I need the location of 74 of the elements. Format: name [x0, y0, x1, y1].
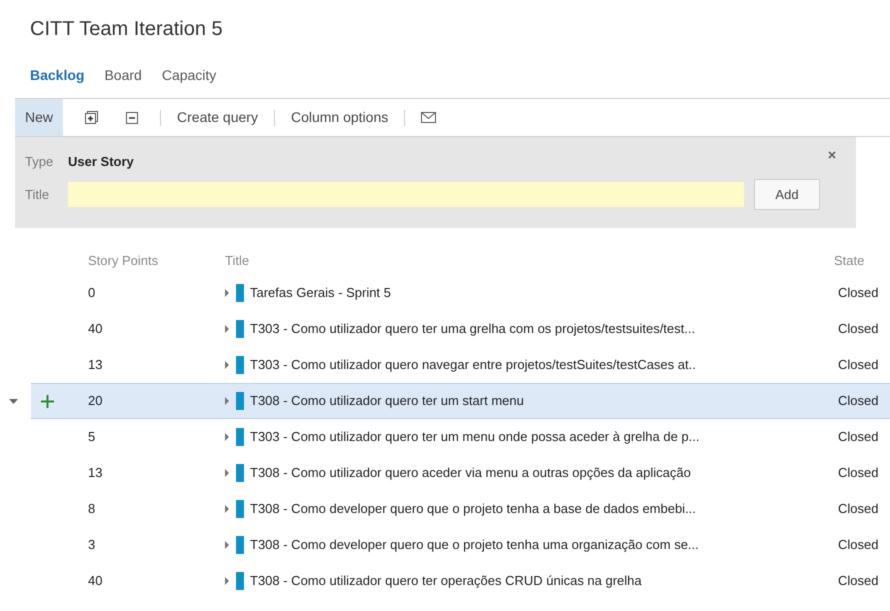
backlog-row[interactable]: 8 T308 - Como developer quero que o projeto tenha a base de dados embebi... Closed: [31, 491, 890, 527]
backlog-row[interactable]: 3 T308 - Como developer quero que o projeto tenha uma organização com se... Closed: [31, 527, 890, 563]
dropdown-caret-icon[interactable]: [9, 398, 18, 404]
tab[interactable]: Capacity: [162, 64, 216, 86]
state-cell-text: Closed: [838, 392, 878, 410]
column-options-button[interactable]: Column options: [290, 107, 388, 128]
create-query-button[interactable]: Create query: [177, 107, 258, 128]
story-points-cell-text: 3: [88, 536, 96, 554]
tab[interactable]: Backlog: [30, 64, 84, 86]
column-header: Story Points: [88, 252, 160, 270]
title-cell[interactable]: T308 - Como utilizador quero ter um start menu: [250, 391, 838, 411]
work-item-color-bar: [236, 284, 244, 302]
work-item-color-bar: [236, 536, 244, 554]
backlog-row[interactable]: 13 T303 - Como utilizador quero navegar entre projetos/testSuites/testCases at.. Closed: [31, 347, 890, 383]
backlog-row[interactable]: 13 T308 - Como utilizador quero aceder via menu a outras opções da aplicação Closed: [31, 455, 890, 491]
state-cell-text: Closed: [838, 356, 878, 374]
backlog-row[interactable]: 0 Tarefas Gerais - Sprint 5 Closed: [31, 275, 890, 311]
expand-arrow-icon[interactable]: [225, 289, 229, 297]
title-cell[interactable]: T303 - Como utilizador quero ter uma grelha com os projetos/testsuites/test...: [250, 319, 838, 339]
title-cell[interactable]: T308 - Como utilizador quero ter operações CRUD únicas na grelha: [250, 571, 838, 591]
work-item-color-bar: [236, 320, 244, 338]
expand-arrow-icon[interactable]: [225, 433, 229, 441]
state-cell-text: Closed: [838, 536, 878, 554]
type-value: User Story: [68, 153, 134, 172]
email-icon[interactable]: [421, 112, 436, 123]
title-cell[interactable]: T308 - Como developer quero que o projeto tenha a base de dados embebi...: [250, 499, 838, 519]
state-cell-text: Closed: [838, 572, 878, 590]
collapse-all-icon[interactable]: [126, 112, 138, 124]
story-points-cell-text: 5: [88, 428, 96, 446]
expand-arrow-icon[interactable]: [225, 397, 229, 405]
state-cell-text: Closed: [838, 284, 878, 302]
type-label: Type: [25, 153, 54, 172]
title-cell[interactable]: T308 - Como developer quero que o projeto tenha uma organização com se...: [250, 535, 838, 555]
story-points-cell-text: 13: [88, 464, 104, 482]
title-cell[interactable]: T308 - Como utilizador quero aceder via menu a outras opções da aplicação: [250, 463, 838, 483]
work-item-color-bar: [236, 572, 244, 590]
story-points-cell-text: 8: [88, 500, 96, 518]
story-points-cell-text: 13: [88, 356, 104, 374]
add-child-icon[interactable]: [41, 394, 54, 408]
new-button[interactable]: New: [15, 99, 64, 136]
tab[interactable]: Board: [104, 64, 142, 86]
work-item-color-bar: [236, 428, 244, 446]
add-button[interactable]: Add: [754, 179, 820, 210]
state-cell-text: Closed: [838, 428, 878, 446]
story-points-cell-text: 20: [88, 392, 104, 410]
expand-arrow-icon[interactable]: [225, 325, 229, 333]
backlog-row[interactable]: 40 T308 - Como utilizador quero ter operações CRUD únicas na grelha Closed: [31, 563, 890, 599]
close-icon[interactable]: [828, 151, 836, 159]
title-cell[interactable]: Tarefas Gerais - Sprint 5: [250, 283, 838, 303]
backlog-row[interactable]: 40 T303 - Como utilizador quero ter uma grelha com os projetos/testsuites/test... Closed: [31, 311, 890, 347]
story-points-cell-text: 40: [88, 572, 104, 590]
work-item-color-bar: [236, 392, 244, 410]
work-item-color-bar: [236, 500, 244, 518]
work-item-color-bar: [236, 464, 244, 482]
backlog-row[interactable]: 5 T303 - Como utilizador quero ter um menu onde possa aceder à grelha de p... Closed: [31, 419, 890, 455]
expand-arrow-icon[interactable]: [225, 361, 229, 369]
story-points-cell-text: 40: [88, 320, 104, 338]
title-cell[interactable]: T303 - Como utilizador quero navegar entre projetos/testSuites/testCases at..: [250, 355, 838, 375]
title-label: Title: [25, 186, 50, 204]
title-field[interactable]: [68, 182, 744, 207]
column-header: Title: [225, 252, 250, 270]
expand-arrow-icon[interactable]: [225, 577, 229, 585]
work-item-color-bar: [236, 356, 244, 374]
state-cell-text: Closed: [838, 320, 878, 338]
state-cell-text: Closed: [838, 464, 878, 482]
title-cell[interactable]: T303 - Como utilizador quero ter um menu onde possa aceder à grelha de p...: [250, 427, 838, 447]
expand-arrow-icon[interactable]: [225, 469, 229, 477]
column-header: State: [834, 252, 864, 270]
expand-arrow-icon[interactable]: [225, 541, 229, 549]
expand-arrow-icon[interactable]: [225, 505, 229, 513]
state-cell-text: Closed: [838, 500, 878, 518]
page-title: CITT Team Iteration 5: [30, 17, 223, 42]
expand-all-icon[interactable]: [85, 111, 98, 124]
story-points-cell-text: 0: [88, 284, 96, 302]
